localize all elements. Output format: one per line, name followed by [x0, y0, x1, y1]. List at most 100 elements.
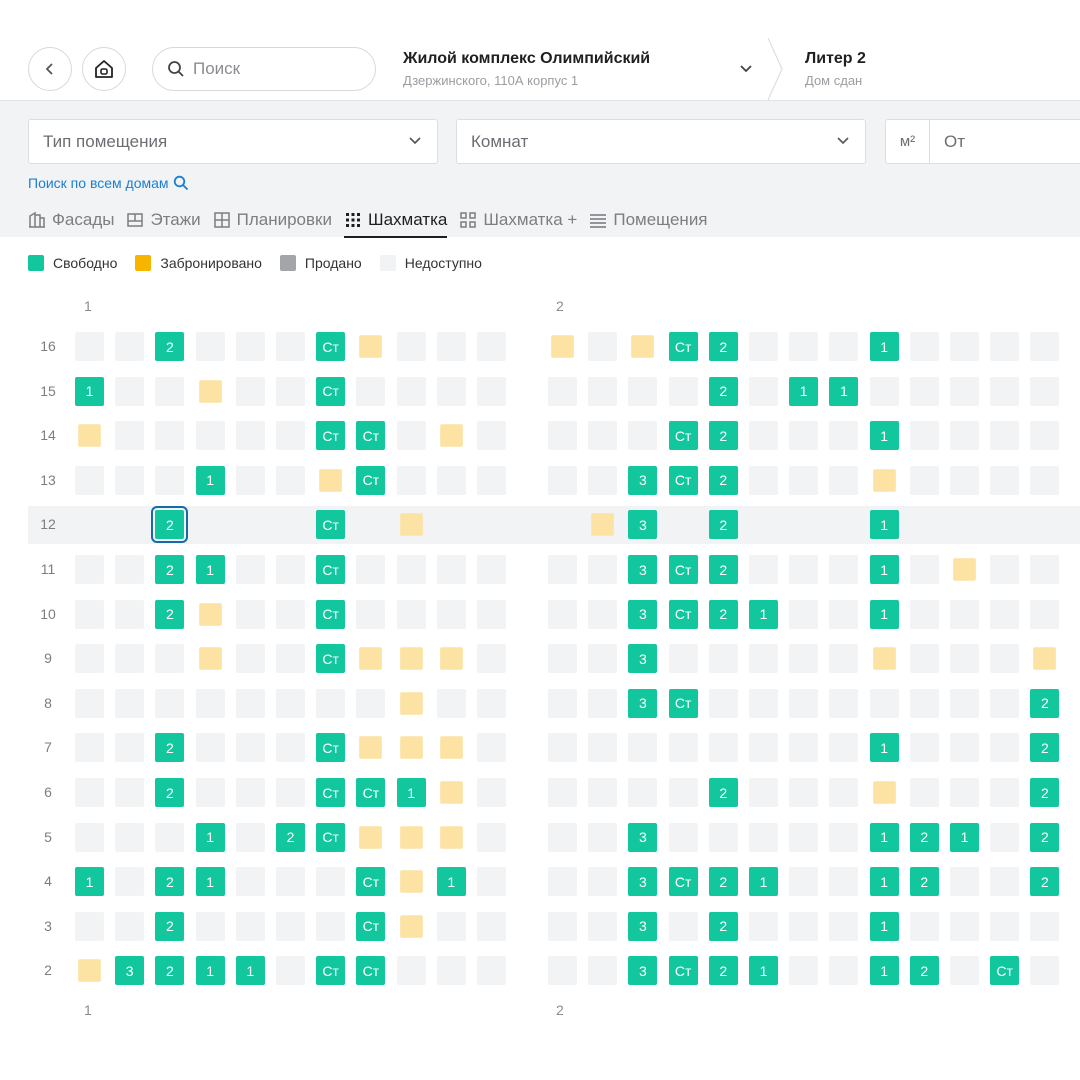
apartment-cell-free[interactable]: 1: [869, 555, 899, 584]
apartment-cell-free[interactable]: 3: [628, 510, 658, 540]
back-button[interactable]: [28, 47, 72, 91]
apartment-cell-booked[interactable]: [399, 647, 423, 670]
apartment-cell-free[interactable]: 2: [708, 778, 738, 807]
apartment-cell-free[interactable]: Ст: [668, 956, 698, 986]
apartment-cell-booked[interactable]: [198, 647, 222, 670]
tab-facades[interactable]: Фасады: [28, 206, 114, 234]
apartment-cell-free[interactable]: 2: [708, 332, 738, 361]
apartment-cell-free[interactable]: 2: [155, 778, 185, 807]
apartment-cell-booked[interactable]: [439, 825, 463, 849]
apartment-cell-free[interactable]: Ст: [356, 778, 386, 807]
apartment-cell-free[interactable]: 2: [1030, 733, 1060, 763]
apartment-cell-free[interactable]: 3: [628, 644, 658, 674]
apartment-cell-free[interactable]: Ст: [316, 555, 346, 584]
apartment-cell-free[interactable]: 2: [155, 332, 185, 361]
apartment-cell-free[interactable]: 1: [195, 465, 225, 495]
apartment-cell-free[interactable]: 1: [195, 956, 225, 986]
apartment-cell-free[interactable]: 2: [1030, 688, 1060, 718]
apartment-cell-free[interactable]: 2: [708, 376, 738, 406]
apartment-cell-booked[interactable]: [399, 513, 423, 537]
apartment-cell-free[interactable]: 2: [276, 822, 305, 852]
apartment-cell-free[interactable]: 2: [909, 867, 939, 897]
apartment-cell-free[interactable]: 2: [155, 911, 185, 941]
apartment-cell-free[interactable]: 3: [628, 688, 658, 718]
liter-selector[interactable]: Литер 2 Дом сдан: [805, 50, 866, 88]
apartment-cell-booked[interactable]: [399, 736, 423, 760]
area-from-field[interactable]: м² От: [885, 119, 1080, 164]
apartment-cell-free[interactable]: Ст: [668, 332, 698, 361]
apartment-cell-free[interactable]: Ст: [316, 510, 346, 540]
home-button[interactable]: [82, 47, 126, 91]
apartment-cell-free[interactable]: Ст: [316, 332, 346, 361]
apartment-cell-free[interactable]: 2: [708, 911, 738, 941]
apartment-cell-free[interactable]: 2: [708, 599, 738, 629]
tab-layouts[interactable]: Планировки: [213, 206, 332, 234]
apartment-cell-free[interactable]: 1: [436, 867, 466, 897]
apartment-cell-free[interactable]: 1: [195, 867, 225, 897]
apartment-cell-booked[interactable]: [359, 647, 383, 670]
apartment-cell-free[interactable]: 2: [708, 555, 738, 584]
apartment-cell-free[interactable]: Ст: [356, 956, 386, 986]
apartment-cell-booked[interactable]: [399, 870, 423, 893]
apartment-cell-free[interactable]: 3: [115, 956, 145, 986]
apartment-cell-free[interactable]: 1: [869, 911, 899, 941]
apartment-cell-free[interactable]: 1: [195, 555, 225, 584]
apartment-cell-free[interactable]: 1: [869, 599, 899, 629]
apartment-cell-free[interactable]: 1: [75, 376, 104, 406]
apartment-cell-booked[interactable]: [198, 602, 222, 626]
search-all-houses-link[interactable]: Поиск по всем домам: [28, 175, 189, 191]
apartment-cell-free[interactable]: 2: [909, 822, 939, 852]
apartment-cell-free[interactable]: 1: [749, 599, 778, 629]
apartment-cell-free[interactable]: 2: [155, 956, 185, 986]
apartment-cell-free[interactable]: Ст: [316, 956, 346, 986]
apartment-cell-booked[interactable]: [359, 825, 383, 849]
apartment-cell-free[interactable]: 1: [829, 376, 859, 406]
apartment-cell-free[interactable]: 1: [869, 421, 899, 451]
apartment-cell-free[interactable]: Ст: [990, 956, 1020, 986]
apartment-cell-free[interactable]: 3: [628, 599, 658, 629]
apartment-cell-booked[interactable]: [78, 424, 101, 447]
apartment-cell-free[interactable]: 1: [396, 778, 426, 807]
apartment-cell-free[interactable]: 2: [708, 421, 738, 451]
tab-rooms-list[interactable]: Помещения: [589, 206, 708, 234]
apartment-cell-free[interactable]: 2: [708, 465, 738, 495]
apartment-cell-free[interactable]: Ст: [316, 421, 346, 451]
rooms-select[interactable]: Комнат: [456, 119, 866, 164]
search-input[interactable]: [193, 59, 353, 79]
chevron-down-icon[interactable]: [737, 60, 755, 78]
apartment-cell-booked[interactable]: [319, 468, 342, 492]
apartment-cell-booked[interactable]: [439, 736, 463, 760]
apartment-cell-booked[interactable]: [872, 468, 896, 492]
apartment-cell-free[interactable]: 2: [708, 510, 738, 540]
apartment-cell-booked[interactable]: [1033, 647, 1057, 670]
apartment-cell-free[interactable]: Ст: [668, 465, 698, 495]
apartment-cell-free[interactable]: 2: [155, 599, 185, 629]
apartment-cell-free[interactable]: Ст: [316, 644, 346, 674]
apartment-cell-booked[interactable]: [439, 781, 463, 804]
apartment-cell-free[interactable]: 1: [195, 822, 225, 852]
apartment-cell-free[interactable]: Ст: [316, 822, 346, 852]
apartment-cell-booked[interactable]: [359, 736, 383, 760]
apartment-cell-free[interactable]: 2: [151, 506, 189, 544]
apartment-cell-free[interactable]: 1: [869, 733, 899, 763]
apartment-cell-free[interactable]: 2: [1030, 778, 1060, 807]
apartment-cell-free[interactable]: 3: [628, 822, 658, 852]
apartment-cell-free[interactable]: 2: [155, 555, 185, 584]
apartment-cell-free[interactable]: Ст: [668, 867, 698, 897]
apartment-cell-free[interactable]: Ст: [356, 867, 386, 897]
apartment-cell-booked[interactable]: [78, 959, 101, 983]
apartment-cell-free[interactable]: 2: [155, 867, 185, 897]
apartment-cell-booked[interactable]: [439, 424, 463, 447]
apartment-cell-free[interactable]: 3: [628, 465, 658, 495]
apartment-cell-free[interactable]: 1: [869, 332, 899, 361]
apartment-cell-free[interactable]: 2: [708, 956, 738, 986]
apartment-cell-free[interactable]: 1: [75, 867, 104, 897]
apartment-cell-free[interactable]: Ст: [356, 421, 386, 451]
apartment-cell-free[interactable]: Ст: [668, 599, 698, 629]
apartment-cell-booked[interactable]: [551, 335, 574, 358]
apartment-cell-free[interactable]: 2: [909, 956, 939, 986]
apartment-cell-free[interactable]: 1: [749, 956, 778, 986]
apartment-cell-booked[interactable]: [591, 513, 614, 537]
apartment-cell-booked[interactable]: [631, 335, 655, 358]
apartment-cell-free[interactable]: 1: [749, 867, 778, 897]
